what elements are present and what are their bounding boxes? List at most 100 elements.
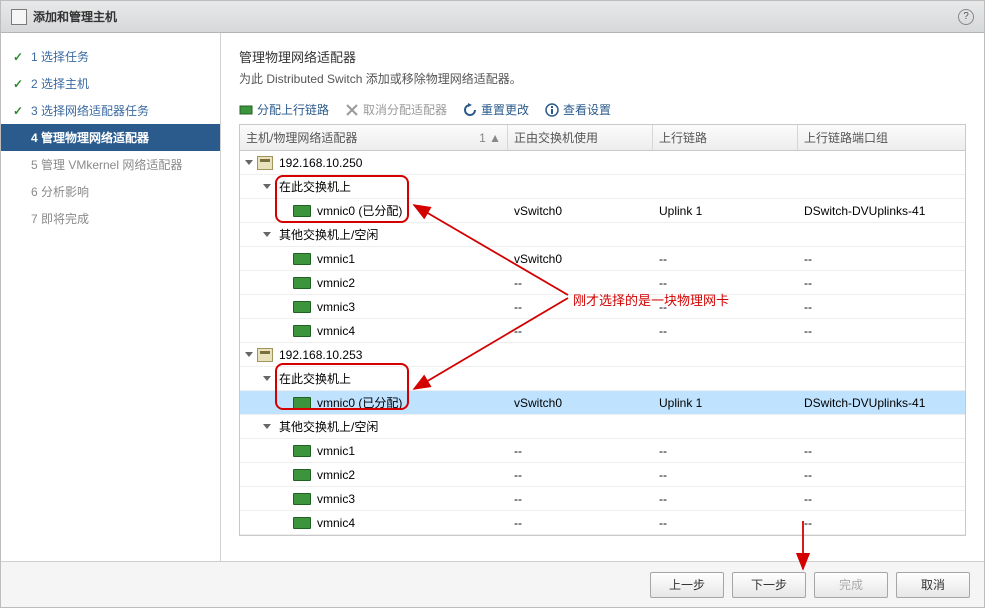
step-label: 5 管理 VMkernel 网络适配器 xyxy=(31,156,182,173)
group-row[interactable]: 其他交换机上/空闲 xyxy=(240,415,965,439)
host-row[interactable]: 192.168.10.250 xyxy=(240,151,965,175)
cell-pg: -- xyxy=(798,322,965,340)
adapter-row[interactable]: vmnic0 (已分配)vSwitch0Uplink 1DSwitch-DVUp… xyxy=(240,391,965,415)
cell-sw: -- xyxy=(508,322,653,340)
cell-sw xyxy=(508,161,653,165)
row-label: vmnic1 xyxy=(317,444,355,458)
cancel-button[interactable]: 取消 xyxy=(896,572,970,598)
cell-up: -- xyxy=(653,250,798,268)
help-icon[interactable]: ? xyxy=(958,9,974,25)
col-host-adapter[interactable]: 主机/物理网络适配器1 ▲ xyxy=(240,125,508,150)
expand-icon[interactable] xyxy=(262,373,273,384)
cell-sw xyxy=(508,353,653,357)
row-label: vmnic2 xyxy=(317,468,355,482)
cell-pg: DSwitch-DVUplinks-41 xyxy=(798,202,965,220)
row-label: vmnic0 (已分配) xyxy=(317,394,402,411)
reset-icon xyxy=(463,103,477,117)
back-button[interactable]: 上一步 xyxy=(650,572,724,598)
cell-sw: -- xyxy=(508,490,653,508)
cell-pg: -- xyxy=(798,298,965,316)
check-icon: ✓ xyxy=(13,104,25,118)
col-switch[interactable]: 正由交换机使用 xyxy=(508,125,653,150)
window-icon xyxy=(11,9,27,25)
adapter-row[interactable]: vmnic4------ xyxy=(240,319,965,343)
adapter-row[interactable]: vmnic4------ xyxy=(240,511,965,535)
next-button[interactable]: 下一步 xyxy=(732,572,806,598)
adapter-row[interactable]: vmnic1------ xyxy=(240,439,965,463)
adapter-row[interactable]: vmnic1vSwitch0---- xyxy=(240,247,965,271)
group-row[interactable]: 其他交换机上/空闲 xyxy=(240,223,965,247)
wizard-step-1[interactable]: ✓ 1 选择任务 xyxy=(1,43,220,70)
info-icon xyxy=(545,103,559,117)
row-label: vmnic0 (已分配) xyxy=(317,202,402,219)
main-panel: 管理物理网络适配器 为此 Distributed Switch 添加或移除物理网… xyxy=(221,33,984,561)
cell-pg xyxy=(798,233,965,237)
unassign-icon xyxy=(345,103,359,117)
row-label: vmnic4 xyxy=(317,324,355,338)
wizard-step-6: 6 分析影响 xyxy=(1,178,220,205)
page-subtitle: 为此 Distributed Switch 添加或移除物理网络适配器。 xyxy=(239,70,966,87)
cell-pg xyxy=(798,377,965,381)
cell-pg: -- xyxy=(798,250,965,268)
finish-button: 完成 xyxy=(814,572,888,598)
assign-uplink-button[interactable]: 分配上行链路 xyxy=(239,101,329,118)
cell-sw xyxy=(508,425,653,429)
row-label: vmnic2 xyxy=(317,276,355,290)
check-icon: ✓ xyxy=(13,77,25,91)
nic-icon xyxy=(293,205,311,217)
cell-up: Uplink 1 xyxy=(653,202,798,220)
group-row[interactable]: 在此交换机上 xyxy=(240,175,965,199)
cell-sw xyxy=(508,185,653,189)
expand-icon[interactable] xyxy=(262,421,273,432)
check-icon: ✓ xyxy=(13,50,25,64)
cell-up xyxy=(653,377,798,381)
row-label: vmnic3 xyxy=(317,492,355,506)
adapter-grid: 主机/物理网络适配器1 ▲ 正由交换机使用 上行链路 上行链路端口组 192.1… xyxy=(239,124,966,536)
cell-pg: -- xyxy=(798,442,965,460)
cell-pg xyxy=(798,353,965,357)
reset-button[interactable]: 重置更改 xyxy=(463,101,529,118)
step-label: 6 分析影响 xyxy=(31,183,89,200)
cell-pg: -- xyxy=(798,466,965,484)
grid-body: 192.168.10.250在此交换机上vmnic0 (已分配)vSwitch0… xyxy=(240,151,965,535)
nic-icon xyxy=(293,277,311,289)
wizard-step-5: 5 管理 VMkernel 网络适配器 xyxy=(1,151,220,178)
wizard-step-3[interactable]: ✓3 选择网络适配器任务 xyxy=(1,97,220,124)
expand-icon[interactable] xyxy=(262,181,273,192)
adapter-row[interactable]: vmnic3------ xyxy=(240,487,965,511)
wizard-step-4[interactable]: 4 管理物理网络适配器 xyxy=(1,124,220,151)
adapter-row[interactable]: vmnic2------ xyxy=(240,271,965,295)
expand-icon[interactable] xyxy=(244,349,255,360)
adapter-row[interactable]: vmnic2------ xyxy=(240,463,965,487)
adapter-row[interactable]: vmnic0 (已分配)vSwitch0Uplink 1DSwitch-DVUp… xyxy=(240,199,965,223)
col-uplink[interactable]: 上行链路 xyxy=(653,125,798,150)
step-label: 1 选择任务 xyxy=(31,48,89,65)
nic-icon xyxy=(293,325,311,337)
cell-sw: -- xyxy=(508,466,653,484)
nic-icon xyxy=(293,397,311,409)
row-label: 在此交换机上 xyxy=(279,178,351,195)
expand-icon[interactable] xyxy=(262,229,273,240)
expand-icon[interactable] xyxy=(244,157,255,168)
wizard-step-2[interactable]: ✓2 选择主机 xyxy=(1,70,220,97)
nic-icon xyxy=(293,517,311,529)
adapter-row[interactable]: vmnic3------ xyxy=(240,295,965,319)
cell-pg: DSwitch-DVUplinks-41 xyxy=(798,394,965,412)
cell-pg: -- xyxy=(798,514,965,532)
cell-up: -- xyxy=(653,442,798,460)
row-label: 其他交换机上/空闲 xyxy=(279,418,378,435)
cell-up: -- xyxy=(653,466,798,484)
view-settings-button[interactable]: 查看设置 xyxy=(545,101,611,118)
host-row[interactable]: 192.168.10.253 xyxy=(240,343,965,367)
row-label: vmnic4 xyxy=(317,516,355,530)
nic-icon xyxy=(293,445,311,457)
step-label: 4 管理物理网络适配器 xyxy=(31,129,149,146)
cell-sw: -- xyxy=(508,514,653,532)
cell-up: -- xyxy=(653,514,798,532)
wizard-step-7: 7 即将完成 xyxy=(1,205,220,232)
col-portgroup[interactable]: 上行链路端口组 xyxy=(798,125,965,150)
cell-sw xyxy=(508,233,653,237)
group-row[interactable]: 在此交换机上 xyxy=(240,367,965,391)
host-icon xyxy=(257,348,273,362)
wizard-steps: ✓ 1 选择任务 ✓2 选择主机✓3 选择网络适配器任务 4 管理物理网络适配器 5 管… xyxy=(1,33,221,561)
